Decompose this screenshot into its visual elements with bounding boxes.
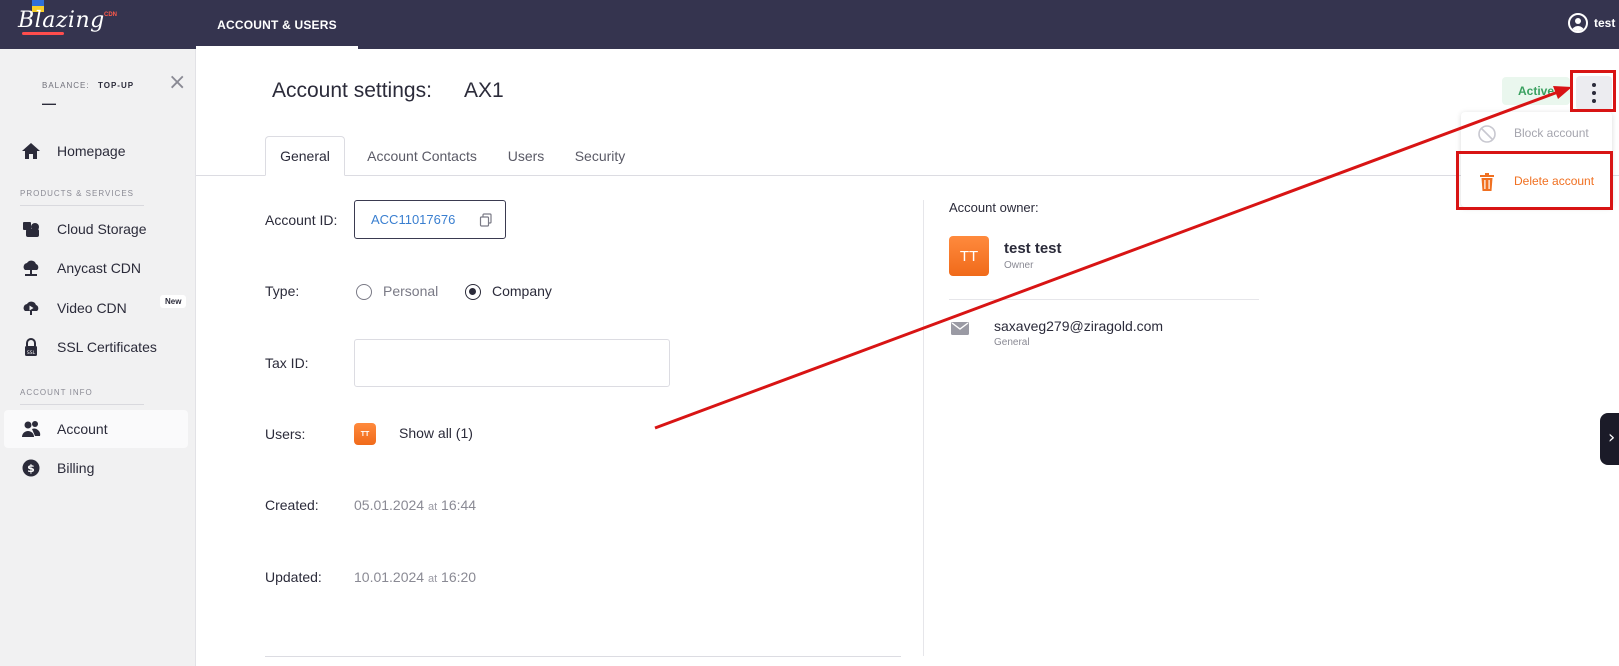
lock-icon: SSL [25, 338, 37, 356]
svg-text:$: $ [27, 462, 35, 475]
users-icon [22, 421, 41, 437]
section-products-services: PRODUCTS & SERVICES [20, 189, 134, 198]
top-bar: Blazing CDN ACCOUNT & USERS test [0, 0, 1619, 49]
account-id-label: Account ID: [265, 212, 338, 228]
user-circle-icon [1568, 13, 1588, 33]
show-all-users-link[interactable]: Show all (1) [399, 425, 473, 441]
page-title: Account settings: [272, 79, 432, 102]
radio-company[interactable] [465, 284, 481, 300]
owner-email-type: General [994, 337, 1030, 348]
user-name: test [1594, 16, 1616, 30]
tab-general[interactable]: General [265, 136, 345, 176]
user-avatar: TT [354, 423, 376, 445]
account-owner-label: Account owner: [949, 200, 1039, 215]
copy-icon[interactable] [479, 213, 493, 227]
sidebar-item-account[interactable]: Account [4, 410, 188, 448]
dollar-icon: $ [22, 459, 40, 477]
sidebar: BALANCE: TOP-UP — × Homepage PRODUCTS & … [0, 49, 196, 666]
logo-text: Blazing [18, 8, 105, 33]
radio-personal-label: Personal [383, 283, 439, 299]
sidebar-item-billing[interactable]: $ Billing [4, 449, 188, 487]
logo-superscript: CDN [104, 12, 117, 18]
sidebar-item-homepage[interactable]: Homepage [4, 132, 188, 170]
new-badge: New [160, 295, 187, 308]
sidebar-item-ssl-certificates[interactable]: SSL SSL Certificates [4, 328, 188, 366]
highlight-more-button [1570, 70, 1616, 112]
account-name: AX1 [464, 79, 504, 102]
video-cloud-icon [23, 301, 39, 315]
logo-swoosh-icon [22, 32, 64, 35]
cloud-network-icon [23, 260, 39, 276]
tax-id-label: Tax ID: [265, 355, 309, 371]
section-divider [20, 404, 144, 405]
menu-item-block-account[interactable]: Block account [1461, 112, 1612, 156]
type-label: Type: [265, 283, 300, 299]
users-label: Users: [265, 426, 306, 442]
home-icon [22, 143, 40, 159]
owner-avatar: TT [949, 236, 989, 276]
topup-link[interactable]: TOP-UP [98, 81, 134, 90]
account-id-field[interactable]: ACC11017676 [354, 200, 506, 239]
sidebar-item-label: SSL Certificates [57, 339, 157, 355]
radio-company-label: Company [492, 283, 552, 299]
tab-users[interactable]: Users [499, 136, 553, 176]
sidebar-item-label: Homepage [57, 143, 126, 159]
owner-name: test test [1004, 240, 1062, 257]
annotation-arrow-icon [654, 86, 1572, 430]
balance-label: BALANCE: [42, 81, 90, 90]
owner-email[interactable]: saxaveg279@ziragold.com [994, 318, 1163, 334]
column-divider [923, 200, 924, 656]
status-badge: Active [1502, 77, 1570, 105]
section-account-info: ACCOUNT INFO [20, 388, 93, 397]
svg-text:SSL: SSL [27, 350, 36, 356]
tax-id-input[interactable] [354, 339, 670, 387]
chevron-icon: › [1608, 427, 1616, 448]
sidebar-item-anycast-cdn[interactable]: Anycast CDN [4, 249, 188, 287]
cloud-storage-icon [23, 222, 39, 237]
user-menu[interactable]: test [1568, 11, 1615, 35]
logo[interactable]: Blazing CDN [18, 0, 128, 42]
sidebar-item-cloud-storage[interactable]: Cloud Storage [4, 210, 188, 248]
radio-personal[interactable] [356, 284, 372, 300]
sidebar-item-label: Video CDN [57, 300, 127, 316]
owner-divider [949, 299, 1259, 300]
owner-role: Owner [1004, 260, 1034, 271]
created-label: Created: [265, 497, 319, 513]
section-divider [20, 205, 144, 206]
sidebar-item-label: Billing [57, 460, 95, 476]
balance-value: — [42, 95, 56, 111]
sidebar-item-label: Anycast CDN [57, 260, 142, 276]
block-icon [1478, 125, 1496, 143]
tab-security[interactable]: Security [565, 136, 635, 176]
sidebar-close-icon[interactable]: × [168, 72, 186, 94]
menu-item-label: Block account [1514, 126, 1589, 140]
tab-account-users[interactable]: ACCOUNT & USERS [196, 0, 358, 49]
highlight-delete-account [1456, 151, 1613, 210]
section-bottom-divider [265, 656, 901, 657]
sidebar-item-label: Cloud Storage [57, 221, 147, 237]
mail-icon [951, 322, 969, 335]
updated-label: Updated: [265, 569, 322, 585]
account-id-value: ACC11017676 [371, 212, 456, 227]
sidebar-item-label: Account [57, 421, 108, 437]
tab-underline [196, 46, 358, 49]
updated-value: 10.01.2024 at 16:20 [354, 569, 477, 585]
tab-account-contacts[interactable]: Account Contacts [357, 136, 487, 176]
created-value: 05.01.2024 at 16:44 [354, 497, 477, 513]
side-panel-toggle[interactable]: › [1600, 413, 1619, 465]
